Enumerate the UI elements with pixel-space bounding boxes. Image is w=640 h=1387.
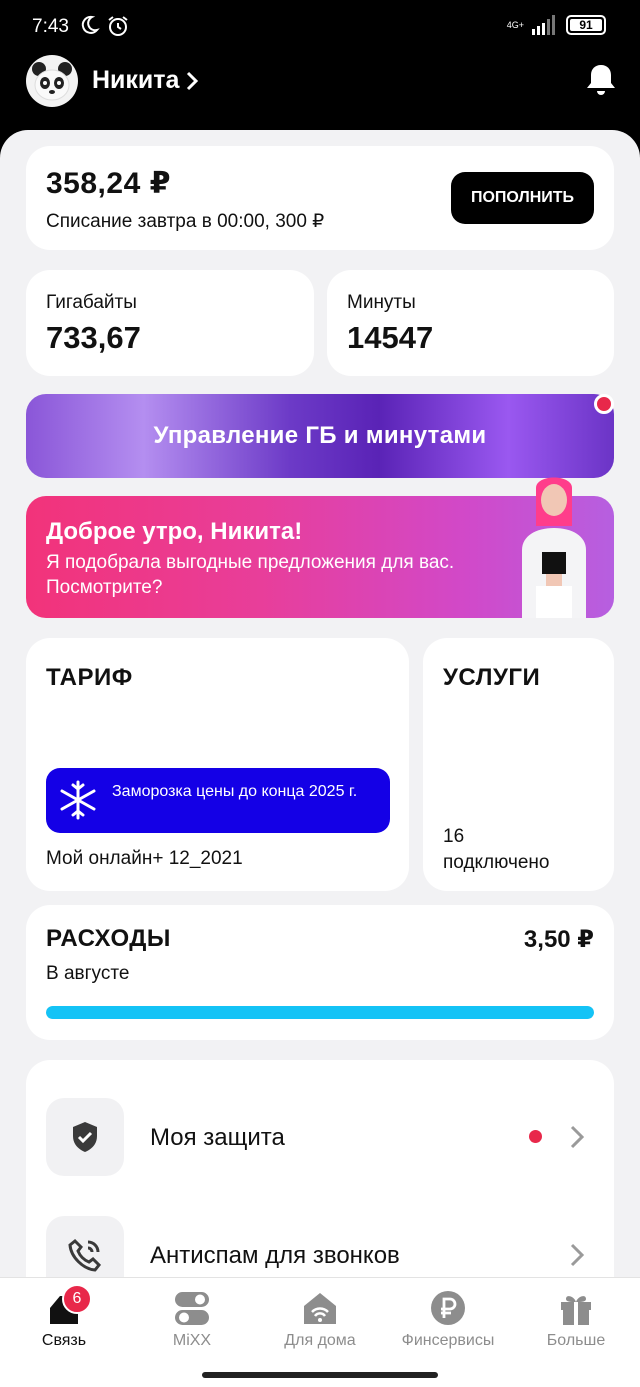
status-bar: 7:43 4G+ 91 [0, 0, 640, 56]
chevron-right-icon [570, 1125, 585, 1149]
app-header: Никита [0, 52, 640, 132]
panda-avatar-icon [32, 62, 72, 101]
status-right: 4G+ 91 [507, 15, 606, 35]
features-list: Моя защита Антиспам для звонков [26, 1060, 614, 1277]
ruble-icon [431, 1291, 465, 1325]
signal-icon [532, 15, 555, 35]
minutes-value: 14547 [347, 320, 434, 355]
battery-icon: 91 [566, 15, 606, 35]
status-time: 7:43 [32, 16, 69, 37]
tariff-card[interactable]: ТАРИФ Заморозка цены до конца 2025 г. Мо… [26, 638, 409, 891]
balance-amount: 358,24 ₽ [46, 167, 171, 200]
moon-icon [81, 15, 100, 34]
services-count-value: 16 [443, 826, 465, 847]
gigabytes-value: 733,67 [46, 320, 141, 355]
manage-banner-label: Управление ГБ и минутами [153, 422, 487, 449]
mixx-icon [175, 1292, 209, 1325]
promo-banner[interactable]: Доброе утро, Никита! Я подобрала выгодны… [26, 477, 614, 618]
nav-more[interactable]: Больше [516, 1290, 636, 1350]
topup-button[interactable]: ПОПОЛНИТЬ [451, 172, 594, 224]
avatar[interactable] [26, 55, 78, 107]
nav-label: Финсервисы [401, 1332, 495, 1349]
list-item-label: Моя защита [150, 1124, 285, 1151]
nav-label: Для дома [284, 1332, 356, 1349]
expenses-title: РАСХОДЫ [46, 925, 171, 952]
list-item-label: Антиспам для звонков [150, 1242, 400, 1269]
list-item-icon-box [46, 1216, 124, 1277]
services-card[interactable]: УСЛУГИ 16 подключено [423, 638, 614, 891]
status-icons [78, 14, 130, 38]
phone-ringing-icon [68, 1238, 102, 1272]
price-freeze-badge: Заморозка цены до конца 2025 г. [46, 768, 390, 833]
list-item-my-protection[interactable]: Моя защита [26, 1090, 614, 1190]
services-count-label: подключено [443, 852, 550, 873]
tariff-heading: ТАРИФ [46, 664, 133, 691]
chevron-right-icon [187, 71, 199, 90]
profile-link[interactable]: Никита [92, 66, 199, 95]
snowflake-icon [60, 780, 96, 820]
promo-text: Я подобрала выгодные предложения для вас… [46, 552, 455, 598]
list-item-icon-box [46, 1098, 124, 1176]
bottom-navigation: 6 Связь MiXX Для дома Финсервисы Больше [0, 1277, 640, 1387]
notification-badge: 6 [62, 1284, 92, 1314]
nav-home[interactable]: Для дома [260, 1290, 380, 1350]
list-item-antispam[interactable]: Антиспам для звонков [26, 1208, 614, 1277]
gigabytes-card[interactable]: Гигабайты 733,67 [26, 270, 314, 376]
minutes-label: Минуты [347, 292, 416, 313]
user-name: Никита [92, 66, 180, 94]
freeze-text: Заморозка цены до конца 2025 г. [112, 783, 358, 800]
home-indicator[interactable] [202, 1372, 438, 1378]
bell-icon[interactable] [584, 62, 618, 98]
nav-connection[interactable]: 6 Связь [4, 1284, 124, 1350]
nav-label: Связь [41, 1332, 87, 1349]
assistant-figure-icon [522, 477, 586, 618]
network-type: 4G+ [506, 19, 524, 30]
expenses-card[interactable]: РАСХОДЫ 3,50 ₽ В августе [26, 905, 614, 1040]
expenses-progress-fill [46, 1006, 594, 1019]
main-content: 358,24 ₽ Списание завтра в 00:00, 300 ₽ … [0, 130, 640, 1277]
expenses-amount: 3,50 ₽ [523, 926, 594, 953]
nav-mixx[interactable]: MiXX [132, 1290, 252, 1350]
gigabytes-label: Гигабайты [46, 292, 137, 313]
nav-label: MiXX [172, 1332, 212, 1349]
home-wifi-icon [304, 1293, 336, 1324]
alarm-icon [108, 16, 128, 36]
expenses-progress-bar [46, 1006, 594, 1019]
notification-dot [529, 1130, 542, 1143]
notification-dot [594, 394, 614, 414]
chevron-right-icon [570, 1243, 585, 1267]
nav-finservices[interactable]: Финсервисы [388, 1290, 508, 1350]
shield-check-icon [73, 1122, 97, 1152]
balance-card[interactable]: 358,24 ₽ Списание завтра в 00:00, 300 ₽ … [26, 146, 614, 250]
nav-label: Больше [546, 1332, 606, 1349]
battery-level: 91 [579, 18, 593, 32]
expenses-period: В августе [46, 963, 130, 984]
promo-title: Доброе утро, Никита! [46, 518, 303, 545]
minutes-card[interactable]: Минуты 14547 [327, 270, 614, 376]
services-heading: УСЛУГИ [443, 664, 541, 691]
services-count: 16 подключено [443, 824, 550, 876]
manage-gb-minutes-button[interactable]: Управление ГБ и минутами [26, 394, 614, 478]
gift-icon [561, 1296, 591, 1325]
tariff-name: Мой онлайн+ 12_2021 [46, 848, 243, 869]
balance-note: Списание завтра в 00:00, 300 ₽ [46, 211, 325, 232]
